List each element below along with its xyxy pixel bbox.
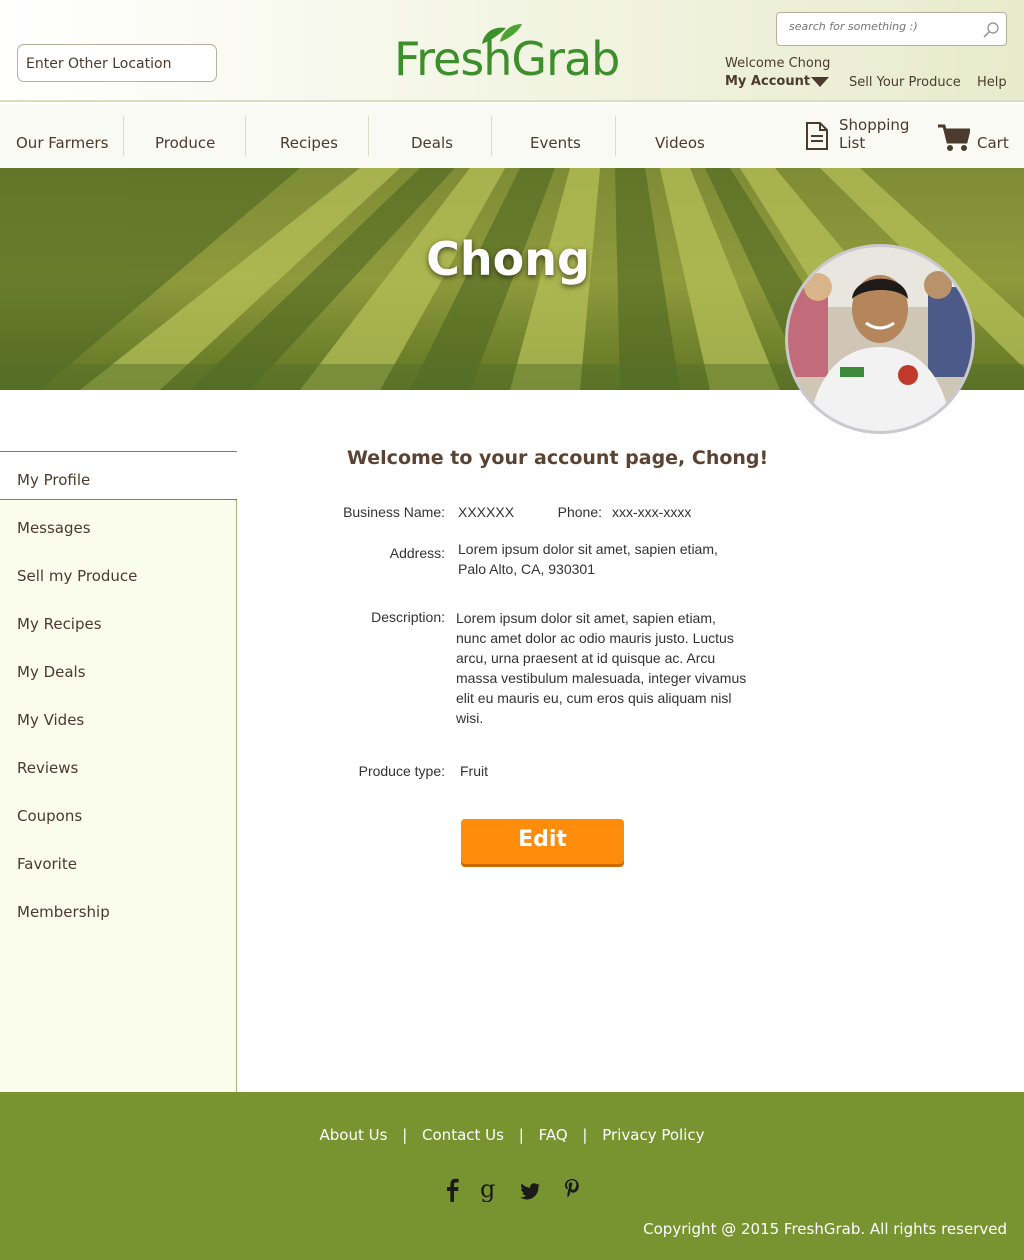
- help-link[interactable]: Help: [977, 75, 1007, 90]
- cart-link[interactable]: Cart: [977, 134, 1009, 152]
- footer-links: About Us | Contact Us | FAQ | Privacy Po…: [0, 1126, 1024, 1144]
- description-line: arcu, urna praesent at id quisque ac. Ar…: [456, 650, 716, 666]
- welcome-text: Welcome Chong: [725, 56, 831, 71]
- footer-separator: |: [518, 1126, 524, 1144]
- edit-profile-button[interactable]: Edit: [461, 819, 624, 864]
- enter-location-button[interactable]: Enter Other Location: [17, 44, 217, 82]
- nav-videos[interactable]: Videos: [655, 134, 705, 152]
- sidebar-item-messages[interactable]: Messages: [0, 500, 236, 548]
- leaf-icon: [482, 24, 522, 44]
- nav-divider: [123, 116, 124, 156]
- sidebar-item-reviews[interactable]: Reviews: [0, 740, 236, 788]
- account-sidebar: My Profile Messages Sell my Produce My R…: [0, 451, 237, 1092]
- chevron-down-icon[interactable]: [811, 77, 829, 87]
- nav-divider: [615, 116, 616, 156]
- footer-link-about-us[interactable]: About Us: [319, 1126, 387, 1144]
- avatar-photo: [788, 247, 972, 431]
- shopping-list-label-line2: List: [839, 134, 866, 152]
- copyright-text: Copyright @ 2015 FreshGrab. All rights r…: [643, 1220, 1007, 1238]
- site-footer: About Us | Contact Us | FAQ | Privacy Po…: [0, 1092, 1024, 1260]
- pinterest-icon[interactable]: [563, 1178, 581, 1202]
- description-line: wisi.: [456, 710, 484, 726]
- description-value: Lorem ipsum dolor sit amet, sapien etiam…: [456, 608, 746, 728]
- produce-type-value: Fruit: [460, 763, 488, 779]
- google-icon[interactable]: g: [480, 1178, 498, 1202]
- description-label: Description:: [371, 609, 445, 625]
- shopping-list-icon[interactable]: [806, 122, 828, 150]
- freshgrab-logo[interactable]: FreshGrab: [394, 24, 634, 86]
- nav-events[interactable]: Events: [530, 134, 581, 152]
- sidebar-item-sell-my-produce[interactable]: Sell my Produce: [0, 548, 236, 596]
- twitter-icon[interactable]: [519, 1178, 541, 1202]
- sidebar-item-favorite[interactable]: Favorite: [0, 836, 236, 884]
- nav-divider: [368, 116, 369, 156]
- description-line: elit eu mauris eu, cum eros quis aliquam…: [456, 690, 732, 706]
- footer-separator: |: [402, 1126, 408, 1144]
- sidebar-item-my-profile[interactable]: My Profile: [0, 452, 237, 500]
- footer-separator: |: [582, 1126, 588, 1144]
- nav-deals[interactable]: Deals: [411, 134, 453, 152]
- description-line: nunc amet dolor ac odio mauris justo. Lu…: [456, 630, 734, 646]
- sidebar-item-my-videos[interactable]: My Vides: [0, 692, 236, 740]
- search-box[interactable]: [776, 12, 1007, 46]
- facebook-icon[interactable]: [444, 1178, 460, 1202]
- phone-label: Phone:: [557, 504, 602, 520]
- shopping-list-link[interactable]: Shopping List: [839, 116, 909, 152]
- shopping-list-label-line1: Shopping: [839, 116, 910, 134]
- description-line: Lorem ipsum dolor sit amet, sapien etiam…: [456, 610, 716, 626]
- profile-avatar[interactable]: [785, 244, 975, 434]
- my-account-link[interactable]: My Account: [725, 74, 810, 89]
- nav-divider: [245, 116, 246, 156]
- footer-link-contact-us[interactable]: Contact Us: [422, 1126, 504, 1144]
- address-value: Lorem ipsum dolor sit amet, sapien etiam…: [458, 539, 718, 579]
- sidebar-item-my-recipes[interactable]: My Recipes: [0, 596, 236, 644]
- cart-icon[interactable]: [938, 124, 970, 152]
- nav-divider: [491, 116, 492, 156]
- sidebar-item-my-deals[interactable]: My Deals: [0, 644, 236, 692]
- business-name-value: XXXXXX: [458, 504, 515, 520]
- site-header: Enter Other Location FreshGrab Welcome C…: [0, 0, 1024, 102]
- produce-type-label: Produce type:: [358, 763, 445, 779]
- business-name-label: Business Name:: [343, 504, 445, 520]
- svg-text:g: g: [480, 1178, 495, 1202]
- phone-value: xxx-xxx-xxxx: [612, 504, 692, 520]
- nav-produce[interactable]: Produce: [155, 134, 215, 152]
- sidebar-item-membership[interactable]: Membership: [0, 884, 236, 932]
- address-line: Lorem ipsum dolor sit amet, sapien etiam…: [458, 541, 718, 557]
- sell-produce-link[interactable]: Sell Your Produce: [849, 75, 961, 90]
- footer-link-privacy-policy[interactable]: Privacy Policy: [602, 1126, 704, 1144]
- description-line: massa vestibulum malesuada, integer viva…: [456, 670, 747, 686]
- sidebar-item-coupons[interactable]: Coupons: [0, 788, 236, 836]
- main-nav: Our Farmers Produce Recipes Deals Events…: [0, 104, 1024, 168]
- search-icon[interactable]: [982, 21, 1000, 39]
- address-line: Palo Alto, CA, 930301: [458, 561, 595, 577]
- search-input[interactable]: [789, 20, 969, 33]
- page-title: Welcome to your account page, Chong!: [347, 447, 769, 469]
- nav-recipes[interactable]: Recipes: [280, 134, 338, 152]
- footer-link-faq[interactable]: FAQ: [539, 1126, 568, 1144]
- nav-our-farmers[interactable]: Our Farmers: [16, 134, 108, 152]
- address-label: Address:: [389, 545, 445, 561]
